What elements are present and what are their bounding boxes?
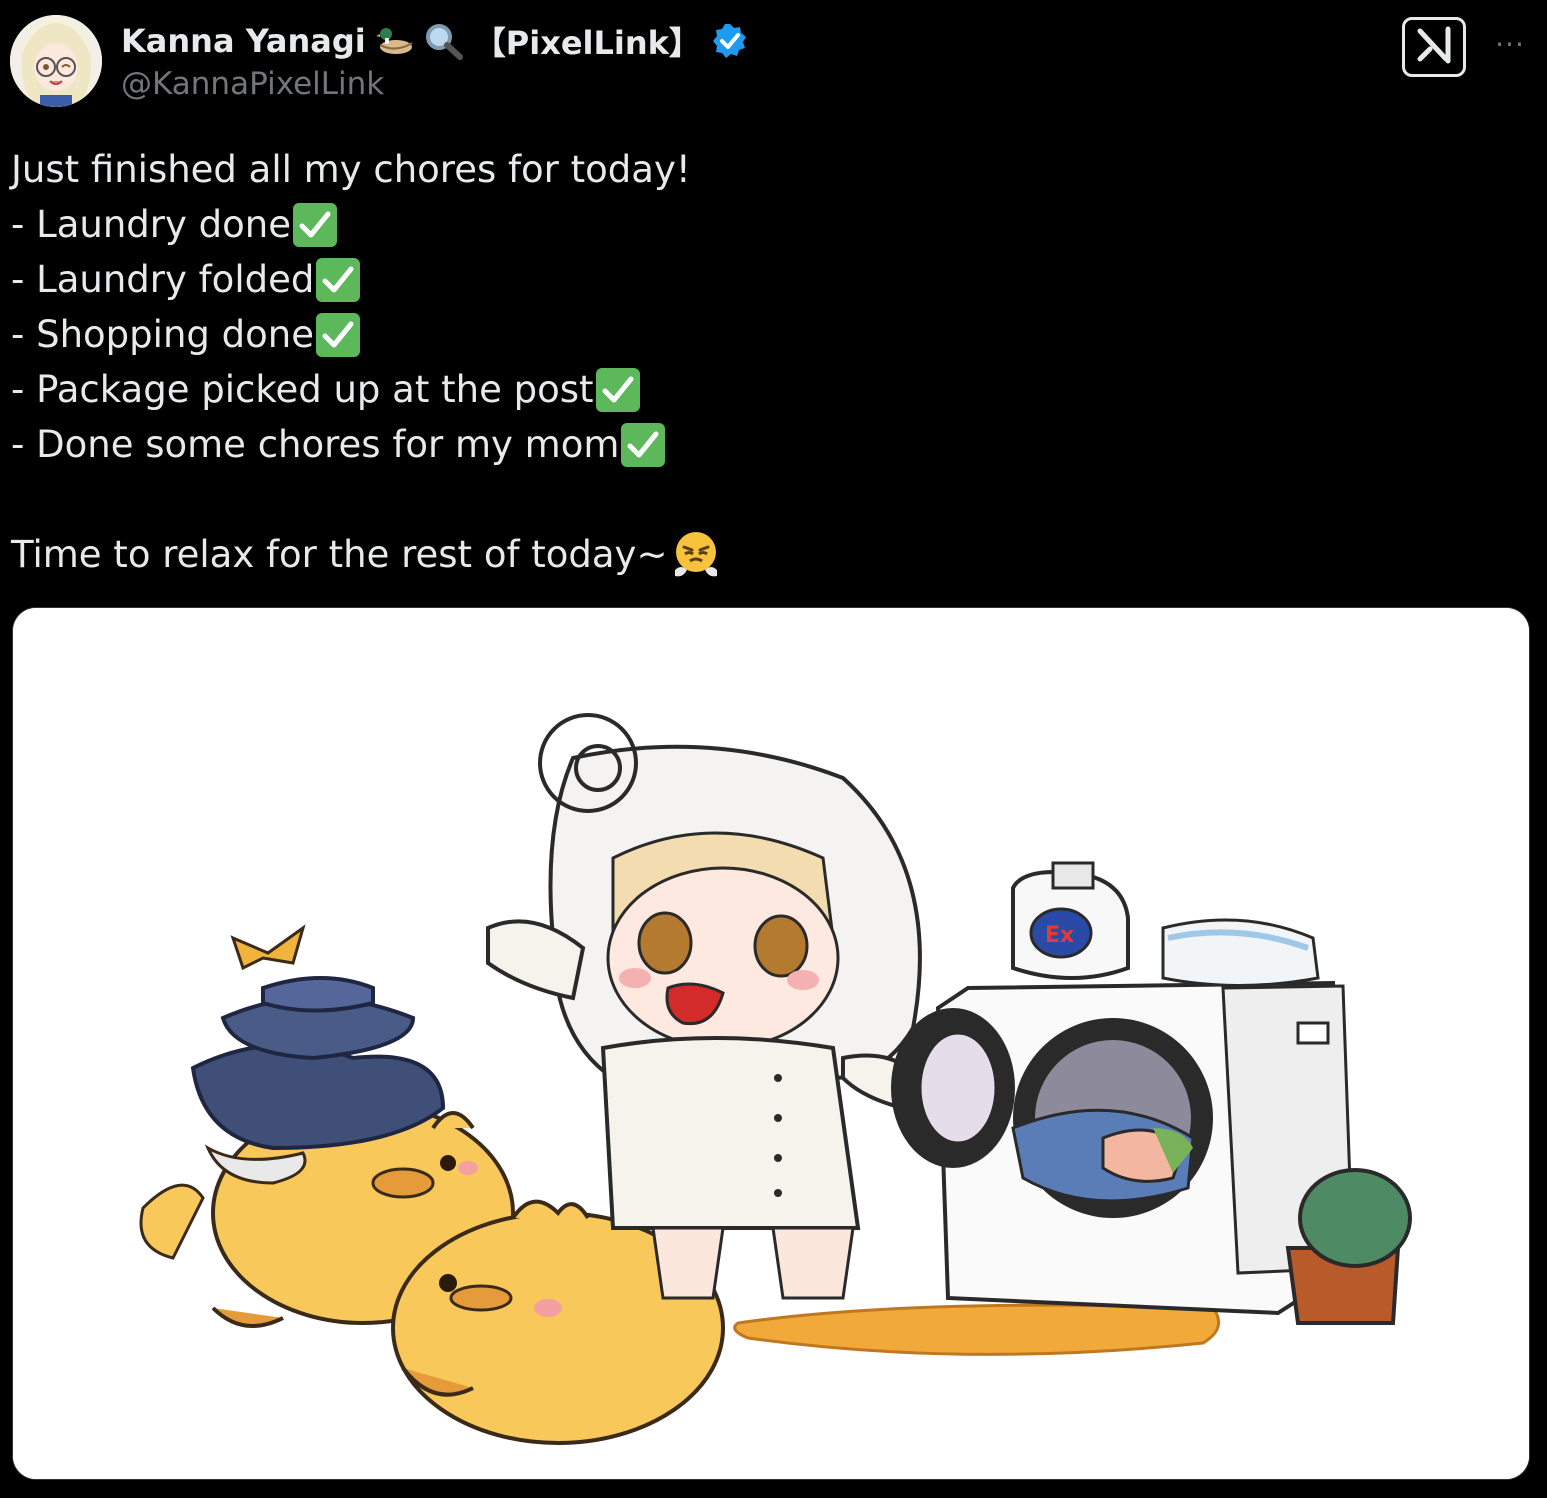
check-mark-icon	[621, 422, 666, 467]
chore-item: - Shopping done	[11, 307, 1111, 362]
illustration: Ex	[13, 608, 1529, 1479]
post-intro-line: Just finished all my chores for today!	[11, 142, 1111, 197]
author-name-row[interactable]: Kanna Yanagi 【PixelLink】	[121, 18, 749, 64]
chore-item: - Done some chores for my mom	[11, 417, 1111, 472]
check-mark-icon	[315, 312, 360, 357]
author-affiliation: 【PixelLink】	[473, 24, 701, 62]
chore-item: - Laundry done	[11, 197, 1111, 252]
check-mark-icon	[316, 257, 361, 302]
post-intro: Just finished all my chores for today!	[11, 148, 691, 191]
post-outro: Time to relax for the rest of today~	[11, 533, 668, 576]
chore-item-text: - Laundry done	[11, 203, 291, 246]
grok-icon	[1414, 25, 1454, 69]
chore-item-text: - Package picked up at the post	[11, 368, 594, 411]
post-text: Just finished all my chores for today! -…	[11, 142, 1111, 582]
grok-button[interactable]	[1402, 17, 1466, 77]
face-with-steam-icon	[671, 530, 721, 580]
check-mark-icon	[293, 202, 337, 247]
more-options-icon[interactable]: ···	[1490, 30, 1530, 60]
cactus	[1285, 1168, 1412, 1325]
svg-text:Ex: Ex	[1045, 923, 1074, 948]
chore-item-text: - Done some chores for my mom	[11, 423, 620, 466]
chore-item-text: - Shopping done	[11, 313, 314, 356]
chore-item: - Laundry folded	[11, 252, 1111, 307]
check-mark-icon	[595, 367, 640, 412]
chore-item-text: - Laundry folded	[11, 258, 315, 301]
duck-icon	[375, 25, 414, 57]
post-media-image[interactable]: Ex	[12, 607, 1530, 1480]
author-handle[interactable]: @KannaPixelLink	[121, 66, 384, 102]
avatar[interactable]	[10, 15, 102, 107]
chore-item: - Package picked up at the post	[11, 362, 1111, 417]
author-display-name[interactable]: Kanna Yanagi	[121, 22, 366, 60]
post-outro-line: Time to relax for the rest of today~	[11, 527, 1111, 582]
magnifier-icon	[424, 22, 464, 60]
verified-badge-icon[interactable]	[711, 22, 749, 60]
